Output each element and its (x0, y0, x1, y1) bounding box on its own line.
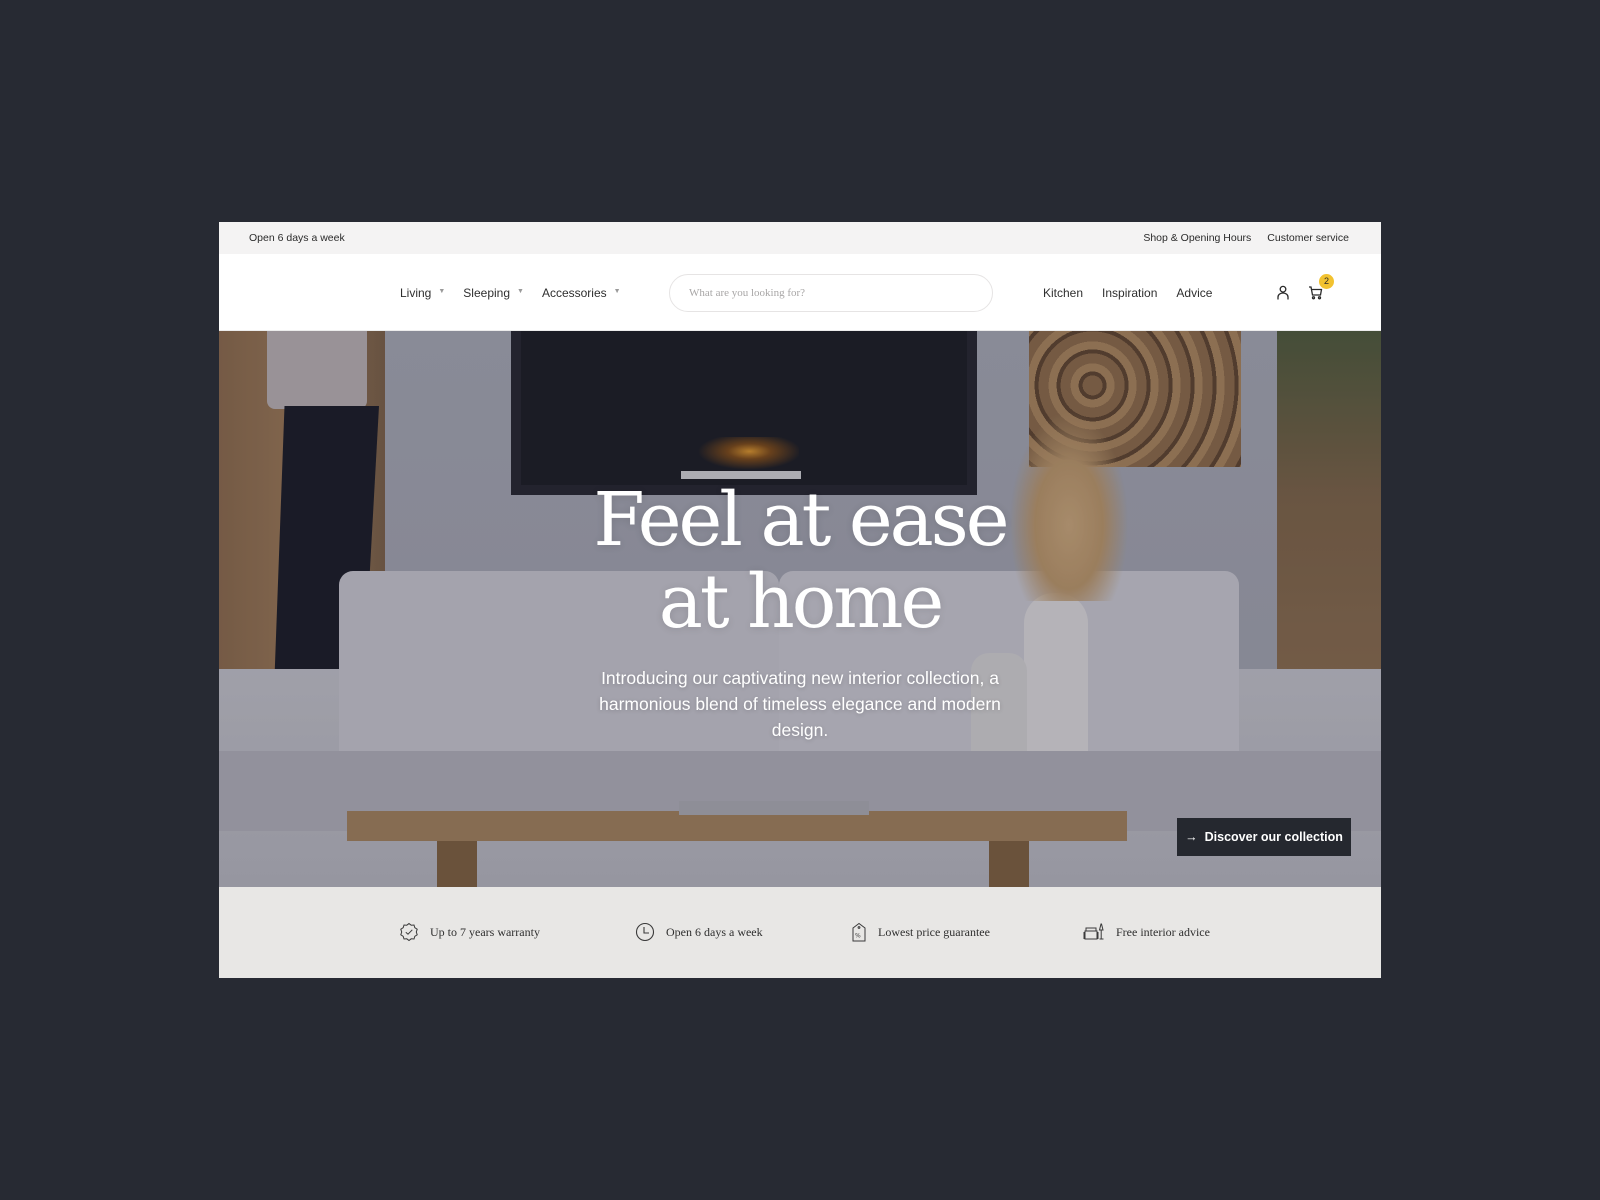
utility-links: Shop & Opening Hours Customer service (1143, 232, 1349, 244)
main-header: Living ▼ Sleeping ▼ Accessories ▼ Kitche… (219, 254, 1381, 331)
usp-label: Up to 7 years warranty (430, 924, 540, 939)
hero-title-line-2: at home (658, 559, 945, 645)
usp-list: Up to 7 years warranty Open 6 days a wee… (219, 887, 1381, 978)
svg-text:%: % (855, 933, 861, 940)
hero-subtitle: Introducing our captivating new interior… (599, 668, 1001, 740)
search-box[interactable] (669, 274, 993, 312)
cta-label: Discover our collection (1204, 830, 1343, 844)
clock-icon (635, 922, 655, 942)
nav-label: Sleeping (463, 285, 511, 300)
chevron-down-icon: ▼ (517, 288, 524, 295)
cart-button[interactable]: 2 (1306, 273, 1334, 302)
hero-title: Feel at ease at home (219, 479, 1381, 643)
shop-opening-hours-link[interactable]: Shop & Opening Hours (1143, 232, 1251, 244)
nav-item-sleeping[interactable]: Sleeping ▼ (463, 286, 524, 300)
top-utility-bar: Open 6 days a week Shop & Opening Hours … (219, 222, 1381, 254)
sofa-lamp-icon (1083, 923, 1104, 940)
usp-item: % Lowest price guarantee (851, 922, 990, 942)
primary-nav: Living ▼ Sleeping ▼ Accessories ▼ (400, 254, 621, 331)
usp-item: Free interior advice (1083, 922, 1210, 942)
hero-content: Feel at ease at home Introducing our cap… (219, 479, 1381, 743)
opening-days-text: Open 6 days a week (249, 232, 345, 244)
chevron-down-icon: ▼ (613, 288, 621, 295)
website-frame: Open 6 days a week Shop & Opening Hours … (219, 222, 1381, 978)
warranty-badge-icon (400, 922, 418, 942)
nav-item-inspiration[interactable]: Inspiration (1102, 286, 1157, 300)
usp-label: Open 6 days a week (666, 924, 763, 939)
nav-item-kitchen[interactable]: Kitchen (1043, 286, 1083, 300)
hero-section: Feel at ease at home Introducing our cap… (219, 331, 1381, 887)
usp-label: Lowest price guarantee (878, 924, 990, 939)
nav-item-advice[interactable]: Advice (1176, 286, 1212, 300)
header-actions: 2 (1274, 254, 1334, 331)
cart-icon (1308, 286, 1322, 300)
cart-count-badge: 2 (1319, 273, 1334, 289)
secondary-nav: Kitchen Inspiration Advice (1043, 254, 1212, 331)
usp-bar: Up to 7 years warranty Open 6 days a wee… (219, 887, 1381, 978)
search-input[interactable] (689, 287, 973, 299)
usp-label: Free interior advice (1116, 924, 1210, 939)
nav-label: Accessories (541, 285, 607, 300)
price-tag-icon: % (852, 922, 866, 942)
nav-item-living[interactable]: Living ▼ (400, 286, 445, 300)
nav-label: Living (400, 285, 432, 300)
chevron-down-icon: ▼ (438, 288, 446, 295)
customer-service-link[interactable]: Customer service (1267, 232, 1349, 244)
hero-title-line-1: Feel at ease (593, 477, 1009, 563)
usp-item: Open 6 days a week (635, 922, 763, 942)
nav-item-accessories[interactable]: Accessories ▼ (542, 286, 621, 300)
arrow-right-icon: → (1185, 830, 1198, 844)
account-button[interactable] (1274, 284, 1292, 302)
user-icon (1277, 285, 1289, 300)
usp-item: Up to 7 years warranty (399, 922, 540, 942)
discover-collection-button[interactable]: → Discover our collection (1177, 818, 1351, 856)
